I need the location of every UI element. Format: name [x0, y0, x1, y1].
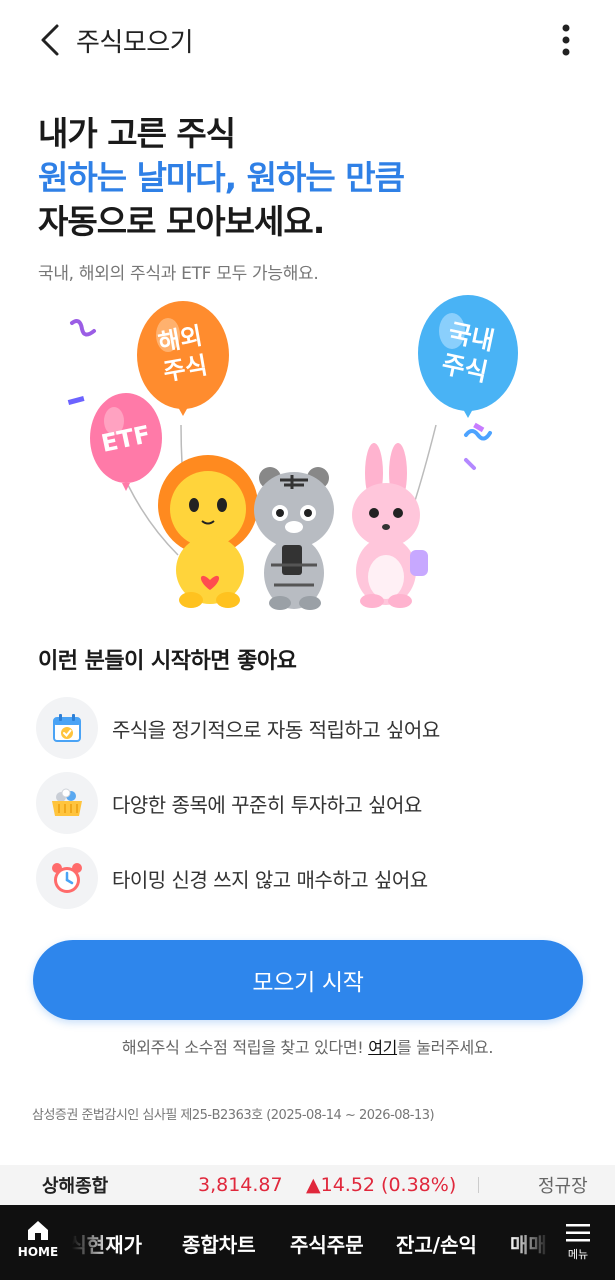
hero-line-3: 자동으로 모아보세요.: [38, 202, 325, 241]
page-title: 주식모으기: [76, 28, 194, 58]
nav-menu-button[interactable]: 메뉴: [556, 1223, 600, 1275]
compliance-notice: 삼성증권 준법감시인 심사필 제25-B2363호 (2025-08-14 ~ …: [32, 1108, 435, 1123]
back-button[interactable]: [30, 20, 70, 60]
hero-headline: 내가 고른 주식 원하는 날마다, 원하는 만큼 자동으로 모아보세요.: [38, 112, 598, 244]
benefit-text: 주식을 정기적으로 자동 적립하고 싶어요: [112, 717, 440, 742]
bottom-navigation: HOME 주식현재가 종합차트 주식주문 잔고/손익 매매 메뉴: [0, 1205, 615, 1280]
nav-item-chart[interactable]: 종합차트: [182, 1229, 256, 1258]
etf-balloon: ETF: [90, 393, 162, 491]
hero-line-1: 내가 고른 주식: [38, 114, 236, 153]
hero-subtitle: 국내, 해외의 주식과 ETF 모두 가능해요.: [38, 264, 319, 284]
ticker-price: 3,814.87: [198, 1174, 283, 1196]
hamburger-menu-icon: [566, 1224, 590, 1242]
calendar-check-icon: [36, 697, 98, 759]
overseas-note-suffix: 를 눌러주세요.: [397, 1038, 494, 1057]
overseas-fractional-note: 해외주식 소수점 적립을 찾고 있다면! 여기를 눌러주세요.: [0, 1034, 615, 1058]
ticker-index-name: 상해종합: [42, 1176, 109, 1197]
overseas-here-link[interactable]: 여기: [368, 1038, 397, 1057]
benefit-item: 타이밍 신경 쓰지 않고 매수하고 싶어요: [36, 847, 596, 909]
hero-line-2: 원하는 날마다, 원하는 만큼: [38, 158, 405, 197]
nav-home-button[interactable]: HOME: [12, 1219, 64, 1275]
ticker-divider: [478, 1177, 479, 1193]
nav-fade-left: [72, 1205, 112, 1280]
domestic-stock-balloon: 국내 주식: [418, 295, 518, 418]
benefit-item: 다양한 종목에 꾸준히 투자하고 싶어요: [36, 772, 596, 834]
ticker-change: ▲14.52 (0.38%): [306, 1174, 457, 1196]
nav-menu-label: 메뉴: [567, 1248, 589, 1261]
nav-item-balance[interactable]: 잔고/손익: [396, 1229, 477, 1258]
nav-home-label: HOME: [17, 1245, 59, 1259]
tiger-character: [254, 467, 334, 610]
market-ticker[interactable]: 상해종합 3,814.87 ▲14.52 (0.38%) 정규장: [0, 1165, 615, 1205]
start-collecting-button[interactable]: 모으기 시작: [33, 940, 583, 1020]
chevron-left-icon: [41, 24, 59, 56]
nav-fade-right: [510, 1205, 550, 1280]
lion-character: [158, 455, 258, 608]
home-icon: [28, 1221, 48, 1240]
more-options-button[interactable]: [548, 18, 584, 62]
alarm-clock-icon: [36, 847, 98, 909]
rabbit-character: [352, 443, 428, 608]
app-header: 주식모으기: [0, 0, 615, 80]
benefit-item: 주식을 정기적으로 자동 적립하고 싶어요: [36, 697, 596, 759]
hero-illustration: ETF 해외 주식 국내 주식: [56, 295, 556, 615]
benefit-text: 다양한 종목에 꾸준히 투자하고 싶어요: [112, 792, 422, 817]
nav-item-order[interactable]: 주식주문: [290, 1229, 364, 1258]
more-vertical-icon: [562, 24, 570, 56]
nav-scroll-menu[interactable]: 주식현재가 종합차트 주식주문 잔고/손익 매매: [72, 1205, 550, 1280]
overseas-stock-balloon: 해외 주식: [137, 301, 229, 416]
benefits-title: 이런 분들이 시작하면 좋아요: [38, 649, 297, 674]
overseas-note-prefix: 해외주식 소수점 적립을 찾고 있다면!: [121, 1038, 369, 1057]
benefit-text: 타이밍 신경 쓰지 않고 매수하고 싶어요: [112, 867, 428, 892]
ticker-market-status: 정규장: [538, 1176, 588, 1197]
basket-icon: [36, 772, 98, 834]
